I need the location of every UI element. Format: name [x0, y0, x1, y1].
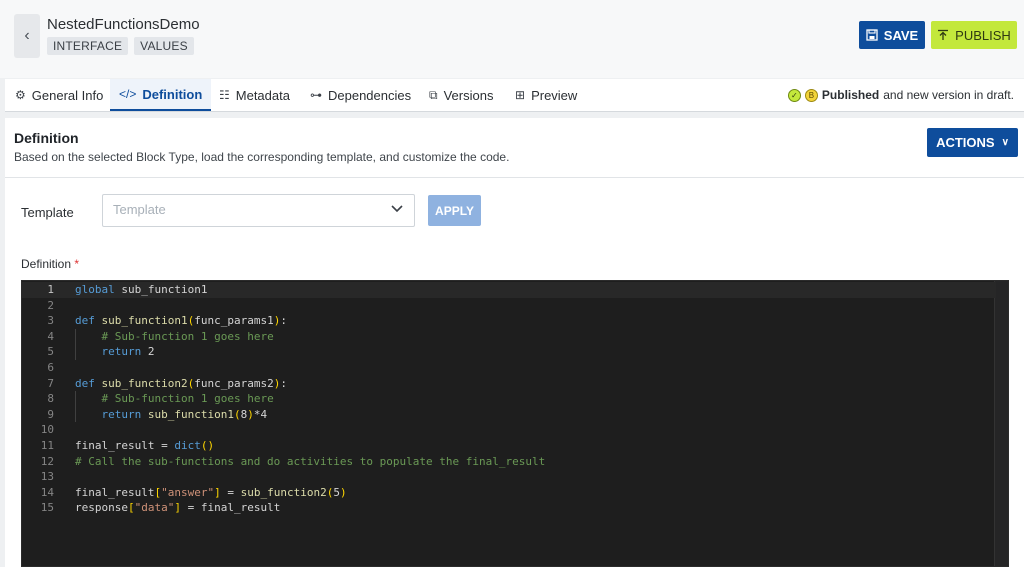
section-description: Based on the selected Block Type, load t… — [14, 150, 510, 164]
publish-button[interactable]: PUBLISH — [931, 21, 1017, 49]
code-line[interactable]: 10 — [22, 422, 996, 438]
editor-scrollbar[interactable] — [994, 281, 1008, 566]
line-number: 11 — [40, 439, 54, 452]
tag-interface: INTERFACE — [47, 37, 129, 55]
code-text: return sub_function1(8)*4 — [101, 407, 268, 421]
apply-button[interactable]: APPLY — [428, 195, 481, 226]
code-line[interactable]: 8 # Sub-function 1 goes here — [22, 391, 996, 407]
line-number: 5 — [47, 345, 54, 359]
section-title: Definition — [14, 130, 79, 146]
line-number: 1 — [47, 283, 54, 296]
line-number: 6 — [47, 361, 54, 374]
code-line[interactable]: 14 final_result["answer"] = sub_function2… — [22, 485, 996, 501]
code-editor[interactable]: 1 global sub_function1 2 3 def sub_function1… — [21, 280, 1009, 567]
floppy-icon — [866, 29, 878, 41]
code-line[interactable]: 3 def sub_function1(func_params1): — [22, 313, 996, 329]
definition-label-text: Definition — [21, 257, 72, 271]
code-text: def sub_function1(func_params1): — [75, 314, 287, 328]
tab-preview[interactable]: ⊞ Preview — [515, 79, 577, 111]
publish-status: ✓ B Published and new version in draft. — [787, 88, 1014, 102]
line-number: 7 — [47, 376, 54, 390]
line-number: 15 — [40, 501, 54, 515]
line-number: 4 — [47, 329, 54, 343]
code-line[interactable]: 7 def sub_function2(func_params2): — [22, 376, 996, 392]
draft-icon: B — [804, 88, 818, 102]
code-text: final_result = dict() — [75, 439, 215, 452]
line-number: 3 — [47, 314, 54, 328]
tab-versions[interactable]: ⧉ Versions — [429, 79, 493, 111]
list-icon: ☷ — [219, 88, 230, 102]
back-button[interactable]: ‹ — [14, 14, 40, 58]
code-text: global sub_function1 — [75, 283, 208, 296]
tag-list: INTERFACE VALUES — [47, 37, 194, 55]
tab-label: Versions — [443, 87, 494, 103]
publish-label: PUBLISH — [955, 27, 1011, 43]
line-number: 12 — [40, 454, 54, 468]
code-line[interactable]: 6 — [22, 360, 996, 376]
code-text: def sub_function2(func_params2): — [75, 376, 287, 390]
actions-label: ACTIONS — [936, 135, 995, 150]
line-number: 8 — [47, 392, 54, 406]
upload-icon — [938, 29, 949, 40]
line-number: 2 — [47, 298, 54, 312]
copy-icon: ⧉ — [429, 87, 438, 102]
code-line[interactable]: 1 global sub_function1 — [22, 282, 996, 298]
code-line[interactable]: 12 # Call the sub-functions and do activi… — [22, 454, 996, 470]
tab-bar: ⚙ General Info </> Definition ☷ Metadata… — [5, 79, 1024, 112]
template-label: Template — [21, 205, 74, 220]
template-input[interactable] — [113, 202, 363, 217]
tag-values: VALUES — [134, 37, 194, 55]
code-text: final_result["answer"] = sub_function2(5… — [75, 485, 347, 499]
required-mark: * — [74, 257, 80, 271]
code-line[interactable]: 13 — [22, 469, 996, 485]
tab-label: Metadata — [235, 87, 290, 103]
status-published: Published — [821, 88, 880, 102]
line-number: 14 — [40, 485, 54, 499]
definition-label: Definition * — [21, 257, 79, 271]
line-number: 10 — [40, 423, 54, 437]
tab-label: Preview — [531, 87, 578, 103]
save-label: SAVE — [883, 27, 919, 43]
line-number: 9 — [47, 407, 54, 421]
code-line[interactable]: 2 — [22, 298, 996, 314]
tab-definition[interactable]: </> Definition — [110, 79, 212, 111]
page-title: NestedFunctionsDemo — [47, 16, 200, 33]
code-line[interactable]: 5 return 2 — [22, 344, 996, 360]
page-header: ‹ NestedFunctionsDemo INTERFACE VALUES S… — [0, 0, 1024, 78]
section-header: Definition Based on the selected Block T… — [5, 118, 1024, 178]
chevron-down-icon[interactable] — [390, 201, 404, 218]
tab-dependencies[interactable]: ⊶ Dependencies — [310, 79, 411, 111]
check-icon: ✓ — [787, 88, 801, 102]
tab-metadata[interactable]: ☷ Metadata — [219, 79, 290, 111]
tab-label: Definition — [142, 86, 203, 102]
save-button[interactable]: SAVE — [859, 21, 925, 49]
code-line[interactable]: 15 response["data"] = final_result — [22, 500, 996, 516]
tab-general-info[interactable]: ⚙ General Info — [15, 79, 103, 111]
code-text: response["data"] = final_result — [75, 501, 281, 515]
code-text: return 2 — [101, 345, 155, 359]
template-select[interactable] — [102, 194, 415, 227]
status-rest: and new version in draft. — [883, 88, 1014, 102]
tab-label: Dependencies — [328, 87, 412, 103]
line-number: 13 — [40, 470, 54, 484]
code-icon: </> — [119, 87, 137, 101]
code-text: # Sub-function 1 goes here — [101, 392, 274, 406]
code-text: # Call the sub-functions and do activiti… — [75, 454, 546, 468]
definition-panel: Definition Based on the selected Block T… — [5, 118, 1024, 567]
chevron-down-icon: ∨ — [1001, 137, 1009, 148]
gear-icon: ⚙ — [15, 88, 26, 102]
code-line[interactable]: 11 final_result = dict() — [22, 438, 996, 454]
code-line[interactable]: 4 # Sub-function 1 goes here — [22, 328, 996, 345]
tree-icon: ⊶ — [310, 88, 322, 102]
code-text: # Sub-function 1 goes here — [101, 329, 274, 343]
chevron-left-icon: ‹ — [24, 27, 30, 44]
actions-button[interactable]: ACTIONS ∨ — [927, 128, 1018, 157]
code-line[interactable]: 9 return sub_function1(8)*4 — [22, 406, 996, 423]
preview-icon: ⊞ — [515, 88, 526, 102]
tab-label: General Info — [31, 87, 104, 103]
